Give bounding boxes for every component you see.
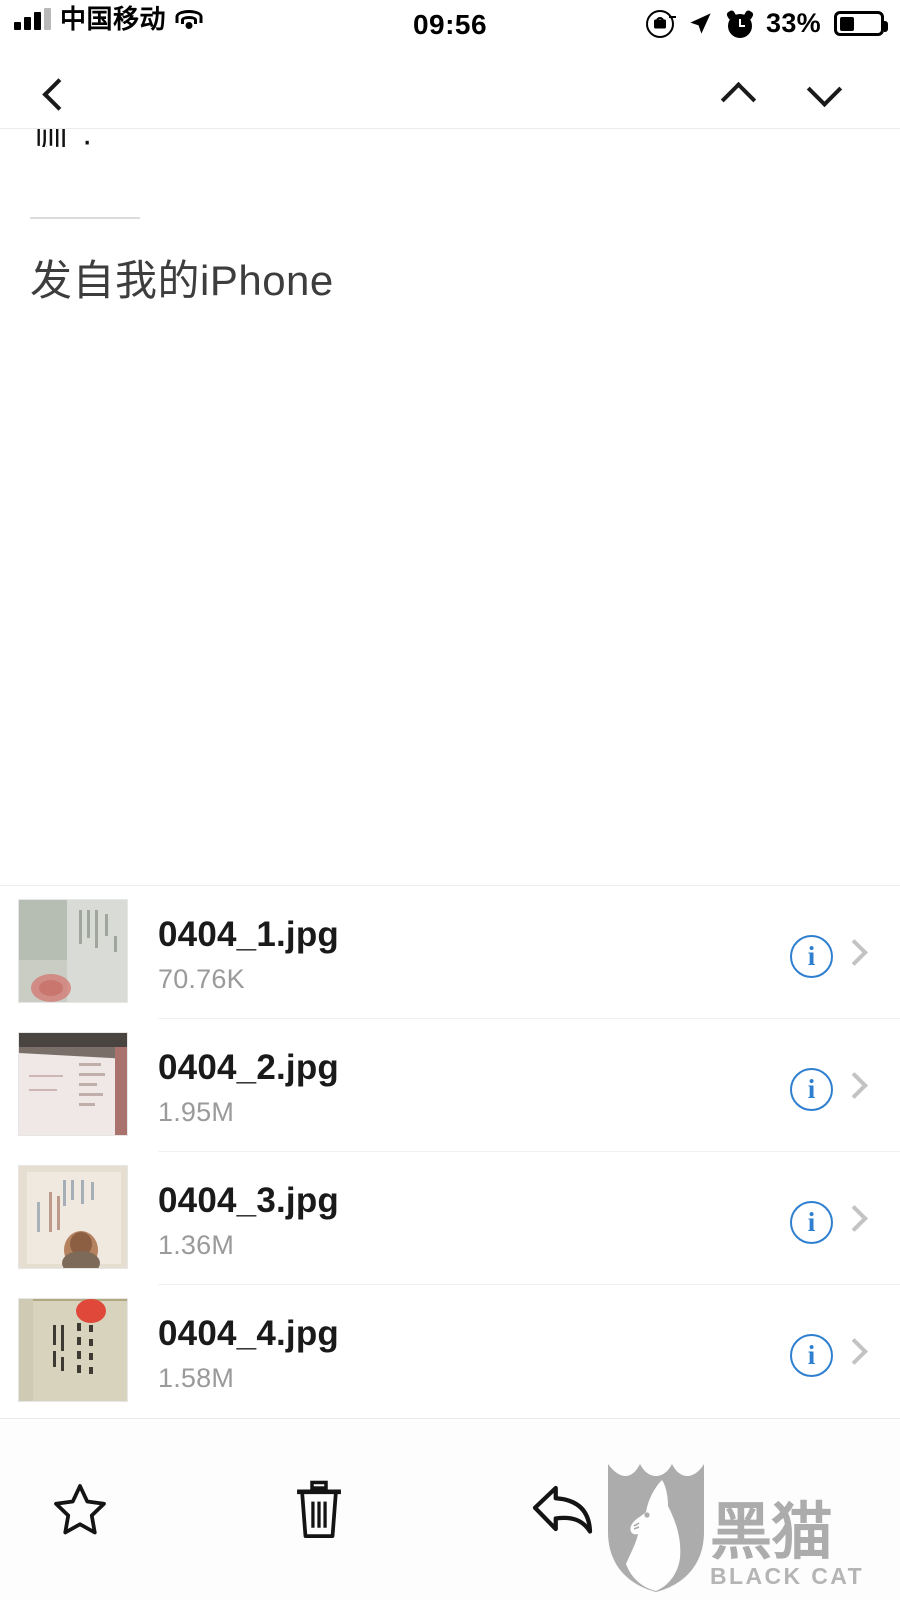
location-arrow-icon: [690, 13, 711, 34]
attachment-size: 1.95M: [158, 1097, 235, 1127]
signature-divider: [30, 217, 140, 219]
next-message-button[interactable]: [790, 64, 858, 124]
status-bar: 中国移动 09:56 33%: [0, 0, 900, 56]
attachment-name: 0404_4.jpg: [158, 1314, 339, 1353]
info-circle-icon[interactable]: i: [790, 1334, 833, 1377]
attachment-thumbnail[interactable]: [18, 1165, 128, 1269]
back-button[interactable]: [20, 64, 88, 124]
attachment-thumbnail[interactable]: [18, 1298, 128, 1402]
trash-icon: [297, 1480, 341, 1538]
status-bar-right: 33%: [646, 8, 888, 39]
chevron-right-icon[interactable]: [841, 1205, 868, 1232]
table-row[interactable]: 0404_1.jpg 70.76K i: [0, 885, 900, 1018]
alarm-clock-icon: [725, 8, 755, 38]
chevron-right-icon[interactable]: [841, 939, 868, 966]
info-circle-icon[interactable]: i: [790, 1068, 833, 1111]
flag-button[interactable]: [26, 1456, 134, 1564]
chevron-right-icon[interactable]: [841, 1072, 868, 1099]
attachment-size: 1.58M: [158, 1363, 235, 1393]
chevron-down-icon: [806, 71, 842, 107]
watermark-chinese-label: 黑猫: [710, 1497, 833, 1567]
message-body[interactable]: 则 · 发自我的iPhone: [0, 129, 900, 885]
watermark-text: 黑猫 BLACK CAT: [710, 1497, 890, 1590]
rotation-lock-icon: [646, 9, 677, 38]
signature-text: 发自我的iPhone: [30, 257, 334, 304]
previous-message-button[interactable]: [704, 64, 772, 124]
attachment-thumbnail[interactable]: [18, 899, 128, 1003]
info-circle-icon[interactable]: i: [790, 935, 833, 978]
reply-button[interactable]: [508, 1456, 616, 1564]
table-row[interactable]: 0404_2.jpg 1.95M i: [0, 1018, 900, 1151]
battery-icon: [834, 11, 888, 36]
cat-shield-logo-icon: [608, 1464, 704, 1592]
attachment-name: 0404_3.jpg: [158, 1181, 339, 1220]
watermark-english-label: BLACK CAT: [710, 1563, 865, 1589]
table-row[interactable]: 0404_3.jpg 1.36M i: [0, 1151, 900, 1284]
attachment-name: 0404_1.jpg: [158, 915, 339, 954]
phone-screen: 中国移动 09:56 33% 发自我的iPhone 0404_1.jpg 70.…: [0, 0, 900, 1600]
star-icon: [54, 1484, 106, 1535]
black-cat-watermark: 黑猫 BLACK CAT: [606, 1454, 892, 1596]
clipped-body-text: 则 ·: [34, 129, 95, 147]
table-row[interactable]: 0404_4.jpg 1.58M i: [0, 1284, 900, 1417]
attachment-size: 1.36M: [158, 1230, 235, 1260]
bottom-toolbar: 黑猫 BLACK CAT: [0, 1418, 900, 1600]
battery-percent-label: 33%: [766, 8, 821, 38]
info-circle-icon[interactable]: i: [790, 1201, 833, 1244]
chevron-right-icon[interactable]: [841, 1338, 868, 1365]
attachment-name: 0404_2.jpg: [158, 1048, 339, 1087]
reply-arrow-icon: [532, 1485, 593, 1534]
navigation-bar: [0, 56, 900, 129]
chevron-left-icon: [41, 77, 75, 111]
attachment-size: 70.76K: [158, 964, 245, 994]
delete-button[interactable]: [265, 1456, 373, 1564]
chevron-up-icon: [720, 81, 756, 117]
toolbar-divider: [0, 1418, 900, 1419]
attachment-list: 0404_1.jpg 70.76K i 0404_2.jpg 1.95M i 0…: [0, 885, 900, 1417]
attachment-thumbnail[interactable]: [18, 1032, 128, 1136]
